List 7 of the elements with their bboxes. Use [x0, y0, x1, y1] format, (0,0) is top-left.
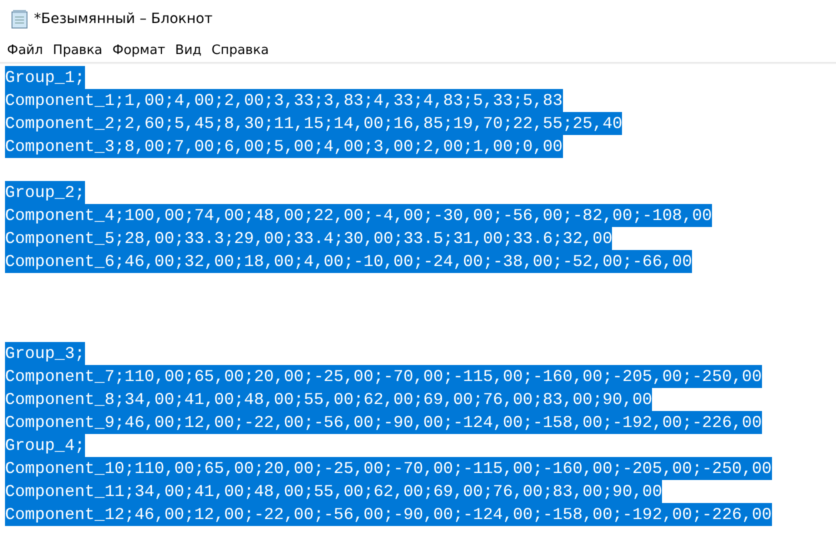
notepad-icon [10, 9, 30, 29]
menu-item[interactable]: Правка [48, 42, 108, 58]
menu-item[interactable]: Справка [206, 42, 274, 58]
menu-item[interactable]: Вид [170, 42, 207, 58]
menu-item[interactable]: Файл [2, 42, 48, 58]
window-title: *Безымянный – Блокнот [34, 11, 213, 27]
menu-item[interactable]: Формат [107, 42, 170, 58]
